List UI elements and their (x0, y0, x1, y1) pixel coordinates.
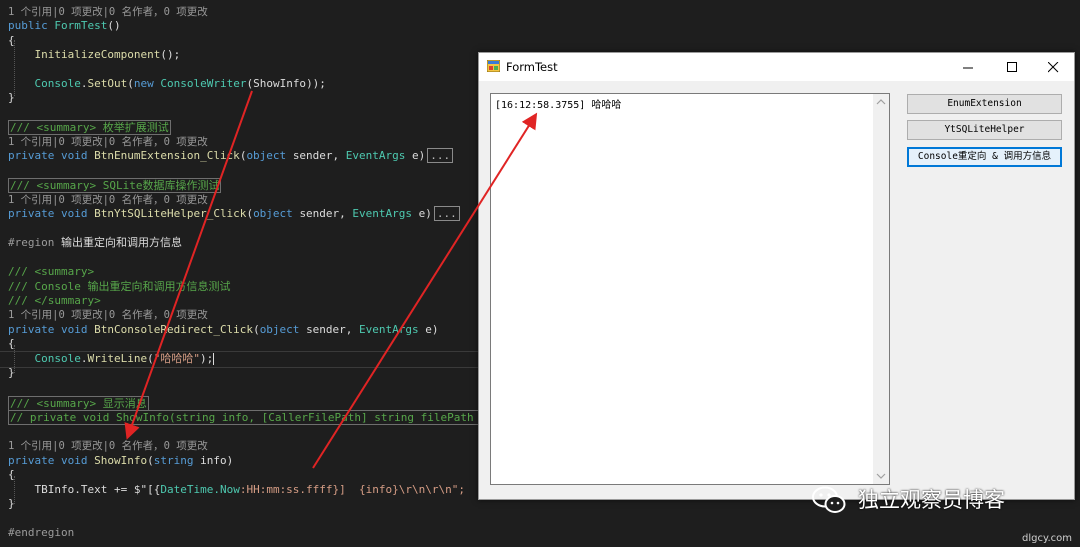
enum-extension-button[interactable]: EnumExtension (907, 94, 1062, 114)
code-line: private void ShowInfo(string info) (8, 454, 234, 467)
minimize-button[interactable] (947, 53, 989, 81)
code-line: /// </summary> (8, 294, 101, 307)
watermark-text: 独立观察员博客 (858, 488, 1005, 512)
codelens[interactable]: 1 个引用|0 项更改|0 名作者，0 项更改 (8, 439, 208, 453)
close-button[interactable] (1032, 53, 1074, 81)
code-line: TBInfo.Text += $"[{DateTime.Now:HH:mm:ss… (34, 483, 466, 496)
code-line: /// <summary> 枚举扩展测试 (8, 120, 171, 135)
code-line: InitializeComponent(); (34, 48, 181, 61)
codelens[interactable]: 1 个引用|0 项更改|0 名作者，0 项更改 (8, 193, 208, 207)
code-line: private void BtnConsoleRedirect_Click(ob… (8, 323, 439, 336)
code-line: } (8, 366, 15, 379)
code-line: /// <summary> SQLite数据库操作测试 (8, 178, 222, 193)
code-line: { (8, 34, 15, 47)
formtest-window[interactable]: FormTest [16:12:58.3755] 哈哈哈 EnumExtensi… (478, 52, 1075, 500)
info-textbox[interactable]: [16:12:58.3755] 哈哈哈 (490, 93, 890, 485)
collapsed-body[interactable]: ... (433, 206, 460, 221)
app-icon (487, 60, 500, 72)
collapsed-body[interactable]: ... (427, 148, 454, 163)
scroll-up-icon[interactable] (873, 94, 889, 110)
textbox-content: [16:12:58.3755] 哈哈哈 (495, 100, 622, 111)
code-line: #endregion (8, 526, 75, 539)
watermark-url: dlgcy.com (1022, 533, 1072, 544)
vertical-scrollbar[interactable] (873, 94, 889, 484)
maximize-button[interactable] (991, 53, 1033, 81)
code-line: /// Console 输出重定向和调用方信息测试 (8, 280, 231, 293)
codelens[interactable]: 1 个引用|0 项更改|0 名作者，0 项更改 (8, 5, 208, 19)
text-caret (213, 353, 215, 365)
minimize-icon (963, 67, 973, 69)
code-line: private void BtnYtSQLiteHelper_Click(obj… (8, 206, 460, 221)
code-line: { (8, 468, 15, 481)
code-line: /// <summary> (8, 265, 95, 278)
codelens[interactable]: 1 个引用|0 项更改|0 名作者，0 项更改 (8, 308, 208, 322)
code-line: #region 输出重定向和调用方信息 (8, 236, 182, 249)
close-icon (1048, 62, 1059, 73)
collapsed-comment[interactable]: // private void ShowInfo(string info, [C… (8, 410, 489, 425)
scroll-down-icon[interactable] (873, 468, 889, 484)
maximize-icon (1007, 62, 1017, 72)
sqlite-helper-button[interactable]: YtSQLiteHelper (907, 120, 1062, 140)
code-line: Console.SetOut(new ConsoleWriter(ShowInf… (34, 77, 326, 90)
codelens[interactable]: 1 个引用|0 项更改|0 名作者，0 项更改 (8, 135, 208, 149)
window-title: FormTest (506, 60, 558, 74)
collapsed-summary[interactable]: /// <summary> 显示消息 (8, 396, 149, 411)
code-line: } (8, 497, 15, 510)
console-redirect-button[interactable]: Console重定向 & 调用方信息 (907, 147, 1062, 167)
code-line: } (8, 91, 15, 104)
code-line: { (8, 337, 15, 350)
code-line: public FormTest() (8, 19, 121, 32)
collapsed-summary[interactable]: /// <summary> SQLite数据库操作测试 (8, 178, 222, 193)
code-line: // private void ShowInfo(string info, [C… (8, 410, 489, 425)
collapsed-summary[interactable]: /// <summary> 枚举扩展测试 (8, 120, 171, 135)
code-line: /// <summary> 显示消息 (8, 396, 149, 411)
code-line: private void BtnEnumExtension_Click(obje… (8, 148, 454, 163)
code-line: Console.WriteLine("哈哈哈"); (34, 352, 215, 365)
window-titlebar[interactable]: FormTest (479, 53, 1074, 81)
wechat-icon (812, 486, 846, 513)
